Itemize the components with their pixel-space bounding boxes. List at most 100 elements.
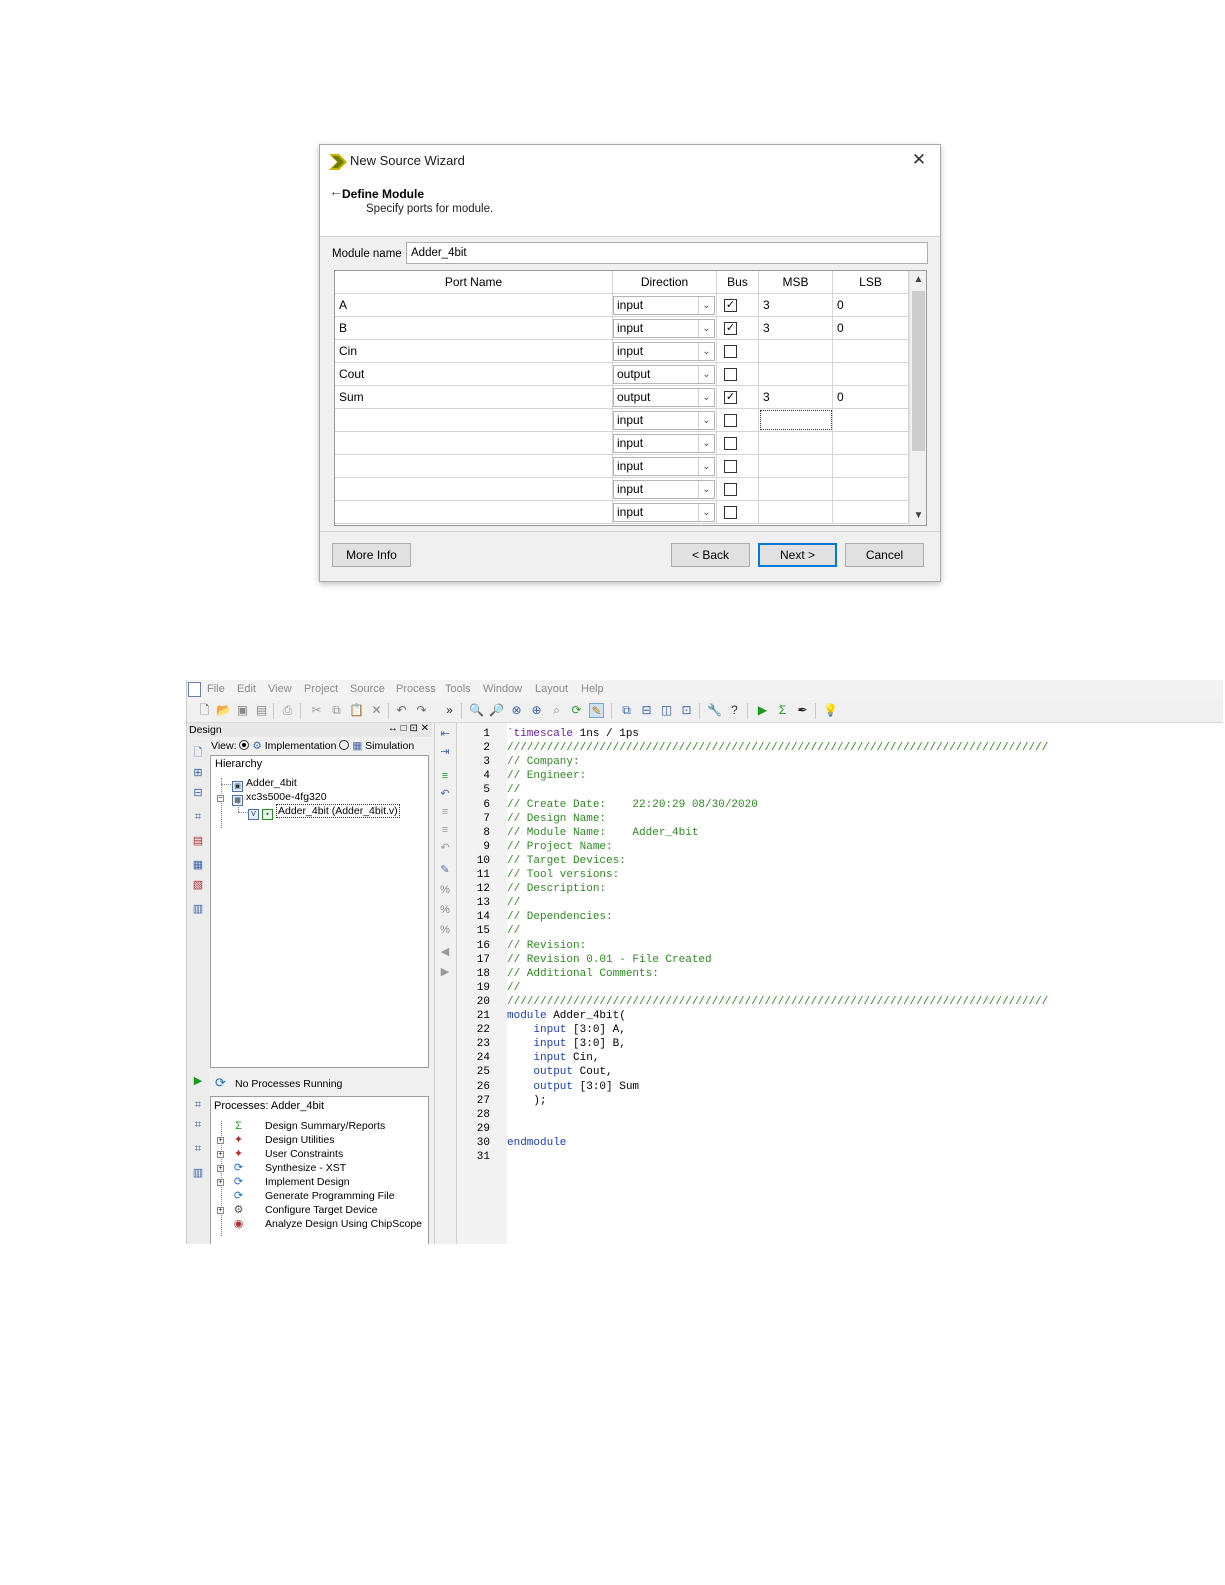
uncomment-icon[interactable]: ↶ <box>438 787 452 801</box>
expand-icon[interactable]: + <box>217 1151 224 1158</box>
process-item[interactable]: User Constraints <box>265 1148 343 1160</box>
code-line[interactable]: 8 // Module Name: Adder_4bit <box>457 826 1223 840</box>
table-row[interactable]: Binput ⌄ ✓ 3 0 <box>335 317 909 340</box>
lsb-cell[interactable] <box>833 340 909 362</box>
zoom-in-icon[interactable]: 🔍 <box>469 703 484 718</box>
rerun-all-icon[interactable]: ⌗ <box>191 1118 205 1132</box>
chevron-down-icon[interactable]: ⌄ <box>698 412 714 429</box>
tile-horizontal-icon[interactable]: ⊟ <box>639 703 654 718</box>
port-name-cell[interactable] <box>335 455 613 477</box>
code-line[interactable]: 15 // <box>457 924 1223 938</box>
run-process-icon[interactable]: ▶ <box>191 1074 205 1088</box>
chevron-down-icon[interactable]: ⌄ <box>698 458 714 475</box>
code-line[interactable]: 30 endmodule <box>457 1136 1223 1150</box>
direction-select[interactable]: output ⌄ <box>613 388 715 407</box>
direction-select[interactable]: input ⌄ <box>613 503 715 522</box>
overflow-icon[interactable]: » <box>442 703 457 718</box>
code-line[interactable]: 25 output Cout, <box>457 1065 1223 1079</box>
settings-wrench-icon[interactable]: 🔧 <box>707 703 722 718</box>
lsb-cell[interactable] <box>833 455 909 477</box>
tile-vertical-icon[interactable]: ◫ <box>659 703 674 718</box>
direction-select[interactable]: output ⌄ <box>613 365 715 384</box>
menu-item-layout[interactable]: Layout <box>535 683 568 695</box>
direction-select[interactable]: input ⌄ <box>613 434 715 453</box>
table-view-icon[interactable]: ▥ <box>191 902 205 916</box>
print-icon[interactable]: ⎙ <box>280 703 295 718</box>
port-name-cell[interactable]: A <box>335 294 613 316</box>
chevron-down-icon[interactable]: ⌄ <box>698 366 714 383</box>
add-source-icon[interactable]: ⊞ <box>191 766 205 780</box>
bus-checkbox[interactable] <box>724 414 737 427</box>
zoom-out-icon[interactable]: 🔎 <box>489 703 504 718</box>
lsb-cell[interactable] <box>833 363 909 385</box>
msb-cell[interactable] <box>759 455 833 477</box>
process-item[interactable]: Configure Target Device <box>265 1204 377 1216</box>
code-line[interactable]: 28 <box>457 1108 1223 1122</box>
chevron-down-icon[interactable]: ⌄ <box>698 297 714 314</box>
run-icon[interactable]: ▶ <box>755 703 770 718</box>
menu-item-window[interactable]: Window <box>483 683 522 695</box>
msb-cell[interactable] <box>759 501 833 523</box>
column-header-port-name[interactable]: Port Name <box>335 271 613 294</box>
lsb-cell[interactable] <box>833 478 909 500</box>
cancel-button[interactable]: Cancel <box>845 543 924 567</box>
back-arrow-icon[interactable]: ← <box>329 183 343 199</box>
expand-icon[interactable]: + <box>217 1179 224 1186</box>
implementation-label[interactable]: Implementation <box>265 740 337 752</box>
highlight-tool-icon[interactable]: ✎ <box>589 703 604 718</box>
table-row[interactable]: input ⌄ <box>335 478 909 501</box>
back-button[interactable]: < Back <box>671 543 750 567</box>
scroll-up-icon[interactable]: ▲ <box>910 273 926 287</box>
column-header-direction[interactable]: Direction <box>613 271 717 294</box>
code-line[interactable]: 18 // Additional Comments: <box>457 967 1223 981</box>
column-header-lsb[interactable]: LSB <box>833 271 909 294</box>
remove-source-icon[interactable]: ▤ <box>191 834 205 848</box>
port-name-cell[interactable] <box>335 432 613 454</box>
direction-select[interactable]: input ⌄ <box>613 457 715 476</box>
expand-icon[interactable]: + <box>217 1165 224 1172</box>
direction-select[interactable]: input ⌄ <box>613 342 715 361</box>
direction-select[interactable]: input ⌄ <box>613 296 715 315</box>
implementation-radio[interactable] <box>239 740 250 750</box>
port-name-cell[interactable]: B <box>335 317 613 339</box>
code-line[interactable]: 26 output [3:0] Sum <box>457 1080 1223 1094</box>
rerun-icon[interactable]: ⌗ <box>191 1098 205 1112</box>
code-line[interactable]: 16 // Revision: <box>457 939 1223 953</box>
code-line[interactable]: 6 // Create Date: 22:20:29 08/30/2020 <box>457 798 1223 812</box>
menu-item-project[interactable]: Project <box>304 683 338 695</box>
copy-icon[interactable]: ⧉ <box>329 703 344 718</box>
process-item[interactable]: Implement Design <box>265 1176 350 1188</box>
summary-sigma-icon[interactable]: Σ <box>775 703 790 718</box>
menu-item-edit[interactable]: Edit <box>237 683 256 695</box>
port-name-cell[interactable] <box>335 409 613 431</box>
menu-item-view[interactable]: View <box>268 683 292 695</box>
save-all-icon[interactable]: ▤ <box>254 703 269 718</box>
next-button[interactable]: Next > <box>758 543 837 567</box>
zoom-area-icon[interactable]: ⊕ <box>529 703 544 718</box>
insert-template-icon[interactable]: ✎ <box>438 863 452 877</box>
code-line[interactable]: 2 ///////////////////////////////////////… <box>457 741 1223 755</box>
port-name-cell[interactable]: Cin <box>335 340 613 362</box>
lightbulb-icon[interactable]: 💡 <box>823 703 838 718</box>
msb-cell[interactable] <box>759 340 833 362</box>
chevron-down-icon[interactable]: ⌄ <box>698 435 714 452</box>
code-line[interactable]: 24 input Cin, <box>457 1051 1223 1065</box>
bookmark-clear-icon[interactable]: % <box>438 923 452 937</box>
column-header-bus[interactable]: Bus <box>717 271 759 294</box>
hierarchy-icon[interactable]: ⌗ <box>191 810 205 824</box>
code-line[interactable]: 3 // Company: <box>457 755 1223 769</box>
process-item[interactable]: Generate Programming File <box>265 1190 395 1202</box>
menu-item-file[interactable]: File <box>207 683 225 695</box>
table-scrollbar[interactable]: ▲ ▼ <box>909 271 926 525</box>
chevron-down-icon[interactable]: ⌄ <box>698 320 714 337</box>
open-folder-icon[interactable]: 📂 <box>216 703 231 718</box>
more-info-button[interactable]: More Info <box>332 543 411 567</box>
bus-checkbox[interactable]: ✓ <box>724 391 737 404</box>
bookmark-icon[interactable]: % <box>438 883 452 897</box>
code-line[interactable]: 11 // Tool versions: <box>457 868 1223 882</box>
pin-icon[interactable]: ✒ <box>795 703 810 718</box>
msb-cell[interactable]: 3 <box>759 386 833 408</box>
zoom-fit-icon[interactable]: ⊗ <box>509 703 524 718</box>
code-line[interactable]: 29 <box>457 1122 1223 1136</box>
chevron-down-icon[interactable]: ⌄ <box>698 343 714 360</box>
